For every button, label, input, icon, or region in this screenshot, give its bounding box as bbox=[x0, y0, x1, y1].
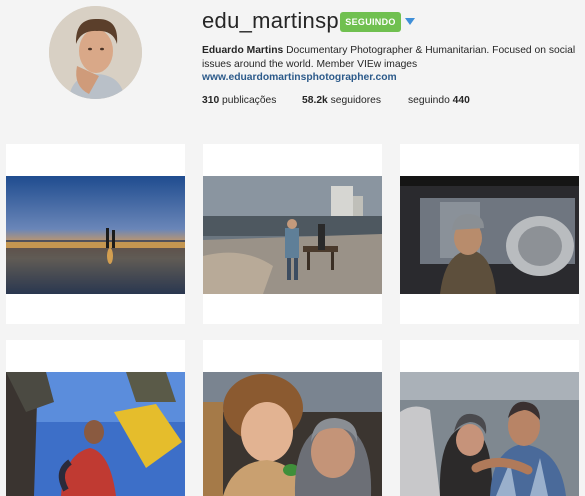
followers-count: 58.2k bbox=[302, 95, 328, 106]
post-thumbnail[interactable] bbox=[6, 144, 185, 324]
post-thumbnail[interactable] bbox=[203, 144, 382, 324]
followers-stat[interactable]: 58.2k seguidores bbox=[302, 95, 381, 106]
post-thumbnail[interactable] bbox=[6, 340, 185, 496]
following-stat[interactable]: seguindo 440 bbox=[408, 95, 470, 106]
post-thumbnail[interactable] bbox=[400, 340, 579, 496]
posts-label: publicações bbox=[219, 95, 277, 106]
posts-count: 310 bbox=[202, 95, 220, 106]
followers-label: seguidores bbox=[327, 95, 382, 106]
post-thumbnail[interactable] bbox=[400, 144, 579, 324]
post-thumbnail[interactable] bbox=[203, 340, 382, 496]
following-button[interactable]: SEGUINDO bbox=[340, 12, 401, 32]
following-label: seguindo bbox=[408, 95, 453, 106]
posts-count-stat: 310 publicações bbox=[202, 95, 276, 106]
profile-bio: Eduardo Martins Documentary Photographer… bbox=[202, 44, 580, 71]
following-count: 440 bbox=[452, 95, 470, 106]
profile-website-link[interactable]: www.eduardomartinsphotographer.com bbox=[202, 72, 397, 83]
options-dropdown-caret-icon[interactable] bbox=[405, 18, 415, 25]
profile-full-name: Eduardo Martins bbox=[202, 45, 284, 56]
profile-avatar[interactable] bbox=[49, 6, 142, 99]
profile-username: edu_martinsp bbox=[202, 8, 339, 33]
